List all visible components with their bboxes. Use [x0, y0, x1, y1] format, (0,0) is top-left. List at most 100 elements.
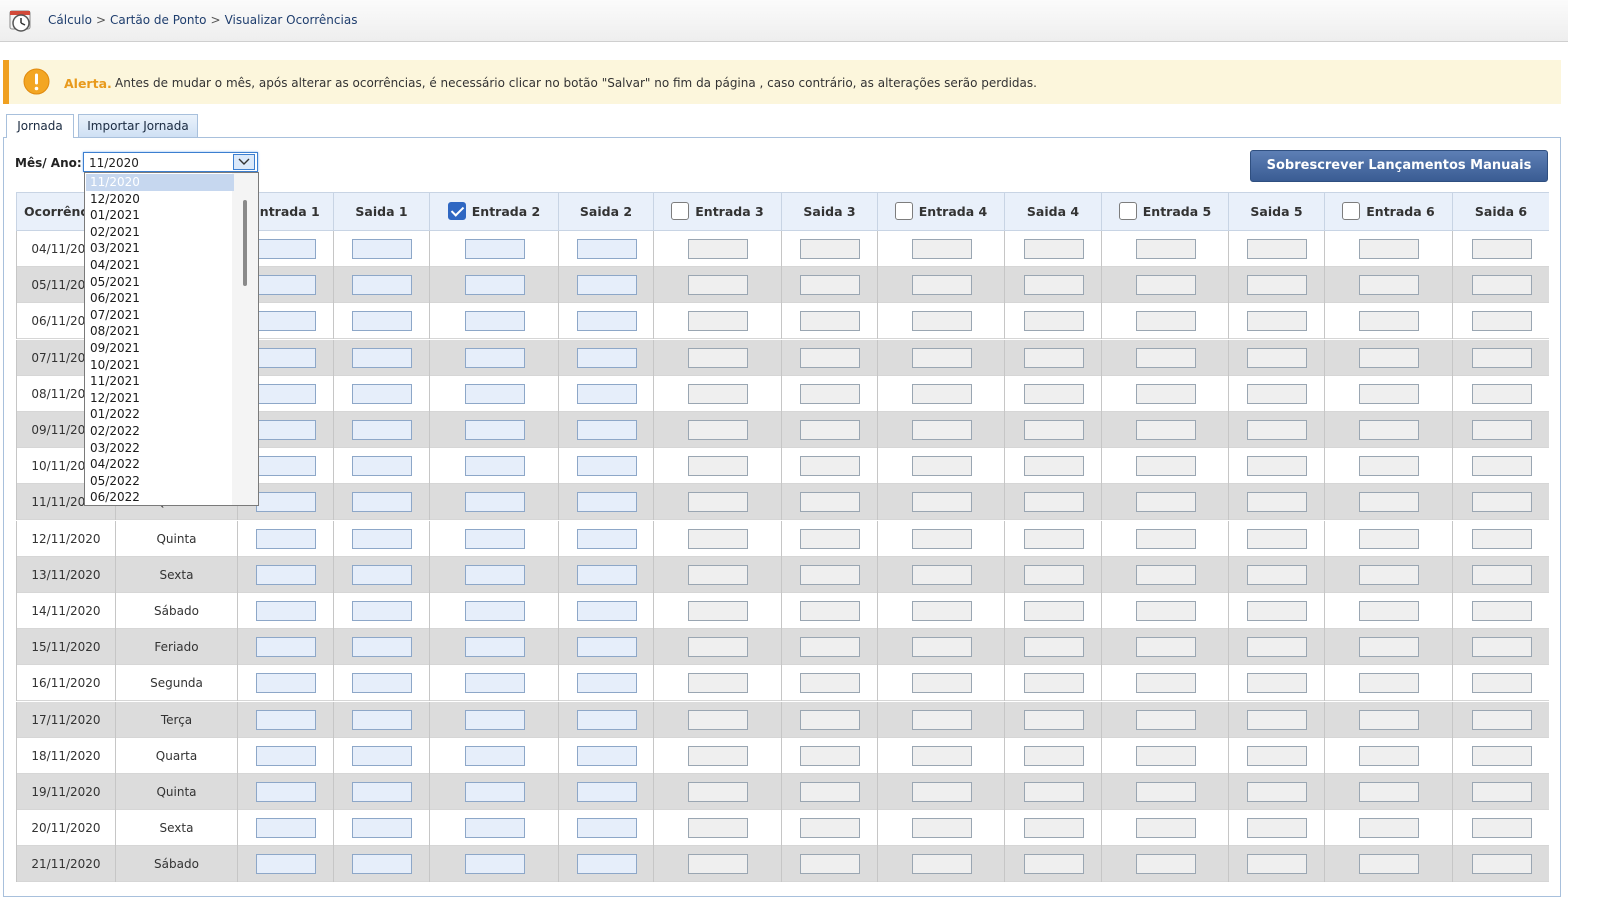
entrada-4-time-input[interactable] [912, 420, 972, 440]
dropdown-option[interactable]: 12/2021 [86, 390, 234, 407]
entrada-6-time-input[interactable] [1359, 637, 1419, 658]
entrada-2-time-input[interactable] [465, 383, 525, 404]
saida-2-time-input[interactable] [577, 347, 637, 368]
dropdown-option[interactable]: 08/2021 [86, 323, 234, 340]
dropdown-option[interactable]: 12/2020 [86, 191, 234, 208]
entrada-2-time-input[interactable] [465, 347, 525, 368]
entrada-6-time-input[interactable] [1359, 420, 1419, 440]
overwrite-manual-entries-button[interactable]: Sobrescrever Lançamentos Manuais [1250, 150, 1548, 182]
saida-2-time-input[interactable] [577, 637, 637, 658]
entrada-5-time-input[interactable] [1136, 818, 1196, 839]
entrada-4-time-input[interactable] [912, 311, 972, 332]
entrada-3-time-input[interactable] [688, 709, 748, 730]
dropdown-option[interactable]: 01/2021 [86, 207, 234, 224]
saida-4-time-input[interactable] [1024, 564, 1084, 585]
entrada-2-time-input[interactable] [465, 564, 525, 585]
saida-6-time-input[interactable] [1472, 709, 1532, 730]
dropdown-option[interactable]: 01/2022 [86, 406, 234, 423]
saida-5-time-input[interactable] [1247, 564, 1307, 585]
entrada-1-time-input[interactable] [256, 528, 316, 549]
entrada-1-time-input[interactable] [256, 673, 316, 694]
saida-4-time-input[interactable] [1024, 239, 1084, 259]
entrada-1-time-input[interactable] [256, 275, 316, 296]
chevron-down-icon[interactable] [233, 154, 255, 170]
saida-1-time-input[interactable] [352, 745, 412, 766]
entrada-3-time-input[interactable] [688, 782, 748, 802]
saida-3-time-input[interactable] [800, 275, 860, 296]
entrada-6-time-input[interactable] [1359, 528, 1419, 549]
saida-4-time-input[interactable] [1024, 528, 1084, 549]
entrada-1-time-input[interactable] [256, 564, 316, 585]
saida-2-time-input[interactable] [577, 420, 637, 440]
entrada-3-time-input[interactable] [688, 456, 748, 477]
saida-4-time-input[interactable] [1024, 311, 1084, 332]
entrada-5-time-input[interactable] [1136, 637, 1196, 658]
saida-4-time-input[interactable] [1024, 492, 1084, 513]
saida-1-time-input[interactable] [352, 854, 412, 875]
entrada-4-time-input[interactable] [912, 383, 972, 404]
entrada-5-time-input[interactable] [1136, 601, 1196, 621]
saida-2-time-input[interactable] [577, 854, 637, 875]
entrada-5-time-input[interactable] [1136, 528, 1196, 549]
dropdown-option[interactable]: 04/2021 [86, 257, 234, 274]
entrada-6-time-input[interactable] [1359, 311, 1419, 332]
saida-4-time-input[interactable] [1024, 709, 1084, 730]
dropdown-option[interactable]: 03/2021 [86, 240, 234, 257]
entrada-4-time-input[interactable] [912, 528, 972, 549]
saida-1-time-input[interactable] [352, 492, 412, 513]
saida-1-time-input[interactable] [352, 311, 412, 332]
dropdown-option[interactable]: 11/2021 [86, 373, 234, 390]
dropdown-option[interactable]: 10/2021 [86, 357, 234, 374]
saida-1-time-input[interactable] [352, 383, 412, 404]
saida-6-time-input[interactable] [1472, 818, 1532, 839]
entrada-6-time-input[interactable] [1359, 239, 1419, 259]
saida-4-time-input[interactable] [1024, 637, 1084, 658]
dropdown-option[interactable]: 03/2022 [86, 440, 234, 457]
entrada-1-time-input[interactable] [256, 456, 316, 477]
entrada-3-time-input[interactable] [688, 528, 748, 549]
entrada-3-time-input[interactable] [688, 492, 748, 513]
saida-6-time-input[interactable] [1472, 564, 1532, 585]
entrada-5-time-input[interactable] [1136, 239, 1196, 259]
mes-ano-dropdown-list[interactable]: 11/2020 12/2020 01/2021 02/2021 03/2021 04/20… [84, 172, 259, 506]
entrada-5-time-input[interactable] [1136, 709, 1196, 730]
saida-2-time-input[interactable] [577, 745, 637, 766]
dropdown-option[interactable]: 06/2021 [86, 290, 234, 307]
saida-5-time-input[interactable] [1247, 854, 1307, 875]
entrada-2-time-input[interactable] [465, 311, 525, 332]
saida-2-time-input[interactable] [577, 818, 637, 839]
header-checkbox[interactable] [1118, 202, 1137, 220]
dropdown-option[interactable]: 09/2021 [86, 340, 234, 357]
saida-3-time-input[interactable] [800, 601, 860, 621]
dropdown-option[interactable]: 04/2022 [86, 456, 234, 473]
saida-6-time-input[interactable] [1472, 637, 1532, 658]
header-checkbox[interactable] [447, 202, 466, 220]
dropdown-option[interactable]: 05/2021 [86, 274, 234, 291]
saida-1-time-input[interactable] [352, 420, 412, 440]
entrada-6-time-input[interactable] [1359, 275, 1419, 296]
entrada-4-time-input[interactable] [912, 239, 972, 259]
entrada-4-time-input[interactable] [912, 745, 972, 766]
saida-2-time-input[interactable] [577, 564, 637, 585]
saida-6-time-input[interactable] [1472, 275, 1532, 296]
entrada-1-time-input[interactable] [256, 311, 316, 332]
entrada-3-time-input[interactable] [688, 383, 748, 404]
saida-5-time-input[interactable] [1247, 709, 1307, 730]
entrada-4-time-input[interactable] [912, 275, 972, 296]
entrada-2-time-input[interactable] [465, 673, 525, 694]
saida-6-time-input[interactable] [1472, 311, 1532, 332]
saida-5-time-input[interactable] [1247, 745, 1307, 766]
saida-2-time-input[interactable] [577, 782, 637, 802]
saida-3-time-input[interactable] [800, 456, 860, 477]
entrada-6-time-input[interactable] [1359, 673, 1419, 694]
saida-4-time-input[interactable] [1024, 456, 1084, 477]
entrada-2-time-input[interactable] [465, 782, 525, 802]
saida-5-time-input[interactable] [1247, 275, 1307, 296]
dropdown-option[interactable]: 05/2022 [86, 473, 234, 490]
entrada-6-time-input[interactable] [1359, 782, 1419, 802]
entrada-3-time-input[interactable] [688, 673, 748, 694]
dropdown-option[interactable]: 02/2021 [86, 224, 234, 241]
entrada-5-time-input[interactable] [1136, 745, 1196, 766]
entrada-2-time-input[interactable] [465, 709, 525, 730]
entrada-1-time-input[interactable] [256, 745, 316, 766]
